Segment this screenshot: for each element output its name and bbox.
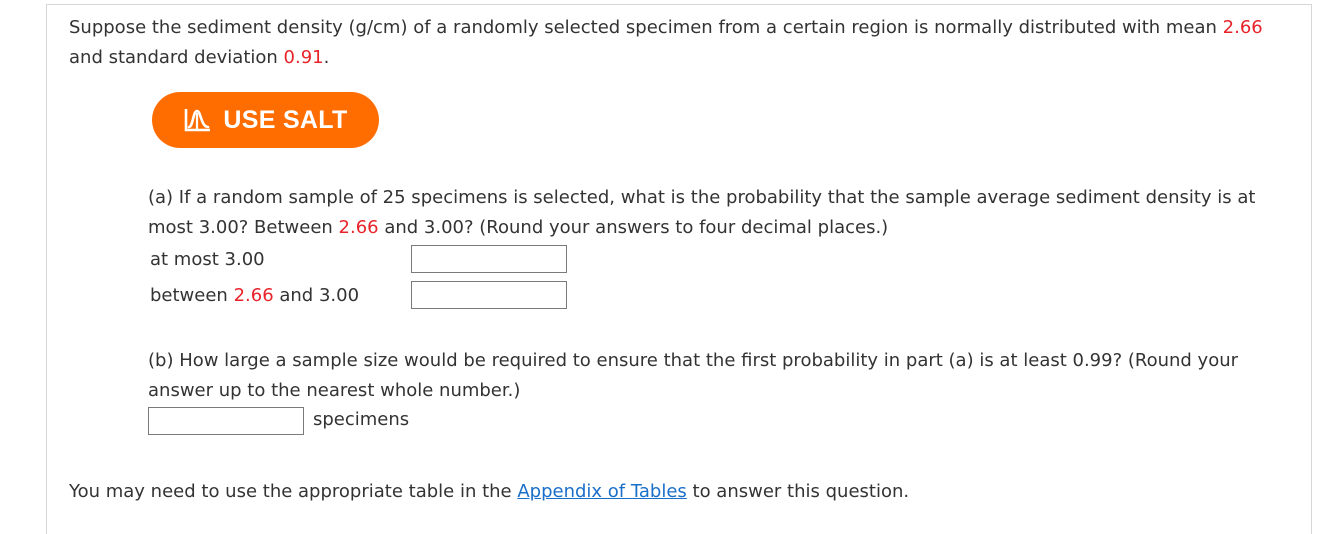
use-salt-label: USE SALT <box>223 105 348 134</box>
between-label: between 2.66 and 3.00 <box>150 284 359 308</box>
between-answer-input[interactable] <box>411 281 567 309</box>
at-most-label: at most 3.00 <box>150 249 265 270</box>
part-a-question: (a) If a random sample of 25 specimens i… <box>148 183 1278 243</box>
sd-value: 0.91 <box>283 47 324 68</box>
appendix-of-tables-link[interactable]: Appendix of Tables <box>517 481 686 502</box>
intro-text-2: and standard deviation <box>69 47 284 68</box>
specimens-unit-label: specimens <box>313 409 410 430</box>
at-most-answer-input[interactable] <box>411 245 567 273</box>
intro-text-3: . <box>323 47 330 68</box>
footer-note: You may need to use the appropriate tabl… <box>69 478 909 506</box>
footer-text-1: You may need to use the appropriate tabl… <box>69 481 518 502</box>
part-a-text-2: and 3.00? (Round your answers to four de… <box>378 217 889 238</box>
between-prefix: between <box>150 285 234 306</box>
between-suffix: and 3.00 <box>273 285 360 306</box>
use-salt-button[interactable]: USE SALT <box>152 92 379 148</box>
part-a-red-value: 2.66 <box>338 217 379 238</box>
part-b-question: (b) How large a sample size would be req… <box>148 350 1239 401</box>
between-red-value: 2.66 <box>233 285 274 306</box>
bell-curve-icon <box>183 107 213 133</box>
intro-text-1: Suppose the sediment density (g/cm) of a… <box>69 17 1223 38</box>
problem-statement: Suppose the sediment density (g/cm) of a… <box>69 13 1299 73</box>
sample-size-input[interactable] <box>148 407 304 435</box>
mean-value: 2.66 <box>1222 17 1263 38</box>
footer-text-2: to answer this question. <box>686 481 910 502</box>
